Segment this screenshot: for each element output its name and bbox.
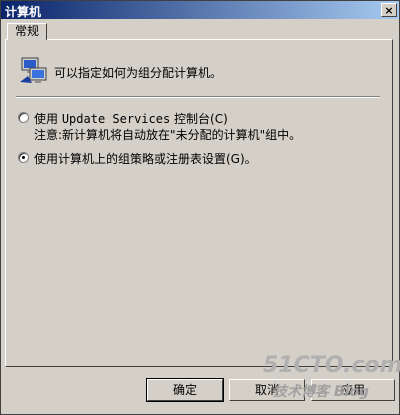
note-text: 注意:新计算机将自动放在"未分配的计算机"组中。 bbox=[34, 128, 302, 142]
radio-group-policy[interactable] bbox=[18, 152, 29, 163]
tab-general[interactable]: 常规 bbox=[7, 23, 47, 40]
option-mono-text: Update Services bbox=[61, 112, 171, 126]
general-panel: 可以指定如何为组分配计算机。 使用 Update Services 控制台(C)… bbox=[5, 39, 393, 367]
ok-button[interactable]: 确定 bbox=[146, 378, 224, 402]
watermark-blog: 技术博客 Blog bbox=[273, 384, 369, 400]
option-suffix: 控制台(C) bbox=[170, 112, 228, 126]
option-prefix: 使用 bbox=[34, 112, 62, 126]
watermark-logo: 51CTO.com bbox=[263, 353, 400, 378]
computers-icon bbox=[20, 57, 47, 83]
option-group-policy-label[interactable]: 使用计算机上的组策略或注册表设置(G)。 bbox=[34, 150, 257, 167]
window-title: 计算机 bbox=[5, 5, 42, 19]
title-bar[interactable]: 计算机 × bbox=[1, 1, 399, 19]
tab-general-label: 常规 bbox=[14, 24, 39, 38]
close-button[interactable]: × bbox=[381, 3, 397, 17]
intro-text: 可以指定如何为组分配计算机。 bbox=[54, 66, 223, 80]
divider bbox=[16, 96, 380, 98]
option-update-services-label[interactable]: 使用 Update Services 控制台(C) bbox=[34, 110, 228, 127]
dialog-window: 计算机 × 常规 可以指定如何为组分配计算机。 使用 Update Servic… bbox=[0, 0, 400, 415]
radio-update-services[interactable] bbox=[18, 112, 29, 123]
